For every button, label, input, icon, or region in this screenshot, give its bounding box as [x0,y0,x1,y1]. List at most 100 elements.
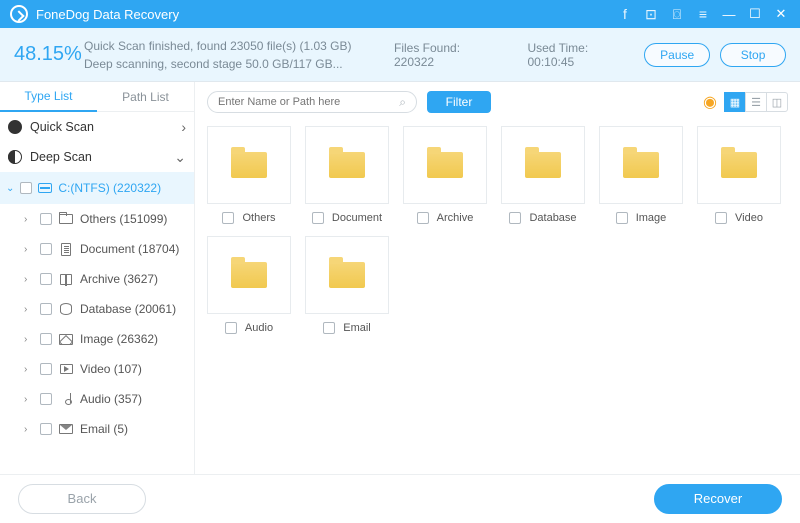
back-button[interactable]: Back [18,484,146,514]
recover-button[interactable]: Recover [654,484,782,514]
chevron-right-icon: › [24,214,34,225]
node-checkbox[interactable] [40,393,52,405]
preview-toggle-icon[interactable]: ◉ [703,92,717,112]
doc-icon [58,243,74,256]
node-label: Document (18704) [80,242,179,256]
arch-icon [58,273,74,286]
card-checkbox[interactable] [222,212,234,224]
search-box[interactable]: ⌕ [207,91,417,113]
chevron-right-icon: › [24,274,34,285]
card-label: Audio [245,322,273,334]
folder-icon [525,152,561,178]
node-label: Video (107) [80,362,142,376]
folder-icon [231,262,267,288]
node-checkbox[interactable] [40,303,52,315]
maximize-button[interactable]: ☐ [742,6,768,22]
view-grid-button[interactable]: ▦ [724,92,746,112]
folder-icon [427,152,463,178]
node-label: Email (5) [80,422,128,436]
menu-icon[interactable]: ≡ [690,6,716,22]
tree-node[interactable]: ›Email (5) [0,414,194,444]
view-list-button[interactable]: ☰ [745,92,767,112]
filter-button[interactable]: Filter [427,91,491,113]
card-checkbox[interactable] [312,212,324,224]
node-checkbox[interactable] [40,333,52,345]
title-bar: FoneDog Data Recovery f ⊡ ⌼ ≡ — ☐ ✕ [0,0,800,28]
folder-card[interactable]: Others [207,126,291,226]
search-icon: ⌕ [399,95,406,110]
node-label: Database (20061) [80,302,176,316]
folder-card[interactable]: Database [501,126,585,226]
node-label: Others (151099) [80,212,167,226]
folder-grid: Others Document Archive Database Image Video A… [207,116,788,336]
tree-deep-scan[interactable]: Deep Scan ⌄ [0,142,194,172]
folder-icon [58,213,74,226]
minimize-button[interactable]: — [716,7,742,22]
tree-node[interactable]: › Document (18704) [0,234,194,264]
facebook-icon[interactable]: f [612,6,638,22]
tree-drive-c[interactable]: ⌄ C:(NTFS) (220322) [0,172,194,204]
used-time-value: 00:10:45 [527,55,574,69]
close-button[interactable]: ✕ [768,6,794,22]
clock-half-icon [8,150,22,164]
folder-thumbnail [403,126,487,204]
card-label: Email [343,322,371,334]
feedback-icon[interactable]: ⊡ [638,6,664,23]
chevron-right-icon: › [24,394,34,405]
tree-quick-scan[interactable]: Quick Scan › [0,112,194,142]
footer: Back Recover [0,474,800,522]
card-checkbox[interactable] [509,212,521,224]
card-label: Database [529,212,576,224]
chevron-right-icon: › [24,244,34,255]
register-icon[interactable]: ⌼ [664,6,690,23]
folder-card[interactable]: Email [305,236,389,336]
node-checkbox[interactable] [40,423,52,435]
node-checkbox[interactable] [40,213,52,225]
folder-thumbnail [305,126,389,204]
folder-card[interactable]: Video [697,126,781,226]
search-input[interactable] [218,96,399,108]
card-checkbox[interactable] [417,212,429,224]
view-detail-button[interactable]: ◫ [766,92,788,112]
app-logo-icon [10,5,28,23]
card-label: Video [735,212,763,224]
card-label: Others [242,212,275,224]
node-label: Image (26362) [80,332,158,346]
folder-card[interactable]: Image [599,126,683,226]
chevron-right-icon: › [24,304,34,315]
tree-node[interactable]: › Audio (357) [0,384,194,414]
status-line-1: Quick Scan finished, found 23050 file(s)… [84,37,384,55]
tree-node[interactable]: › Archive (3627) [0,264,194,294]
scan-percent: 48.15% [14,43,84,66]
card-checkbox[interactable] [715,212,727,224]
folder-icon [329,262,365,288]
drive-checkbox[interactable] [20,182,32,194]
folder-card[interactable]: Document [305,126,389,226]
node-label: Archive (3627) [80,272,158,286]
folder-thumbnail [599,126,683,204]
tab-type-list[interactable]: Type List [0,82,97,112]
card-label: Image [636,212,667,224]
node-checkbox[interactable] [40,273,52,285]
folder-card[interactable]: Audio [207,236,291,336]
tree-node[interactable]: ›Video (107) [0,354,194,384]
stop-button[interactable]: Stop [720,43,786,67]
tree-node[interactable]: › Database (20061) [0,294,194,324]
tree-node[interactable]: › Others (151099) [0,204,194,234]
card-label: Archive [437,212,474,224]
folder-thumbnail [501,126,585,204]
folder-card[interactable]: Archive [403,126,487,226]
card-label: Document [332,212,382,224]
folder-icon [231,152,267,178]
aud-icon [58,393,74,406]
tree-node[interactable]: ›Image (26362) [0,324,194,354]
folder-thumbnail [207,126,291,204]
node-checkbox[interactable] [40,243,52,255]
card-checkbox[interactable] [323,322,335,334]
node-checkbox[interactable] [40,363,52,375]
card-checkbox[interactable] [225,322,237,334]
node-label: Audio (357) [80,392,142,406]
card-checkbox[interactable] [616,212,628,224]
tab-path-list[interactable]: Path List [97,82,194,111]
pause-button[interactable]: Pause [644,43,710,67]
